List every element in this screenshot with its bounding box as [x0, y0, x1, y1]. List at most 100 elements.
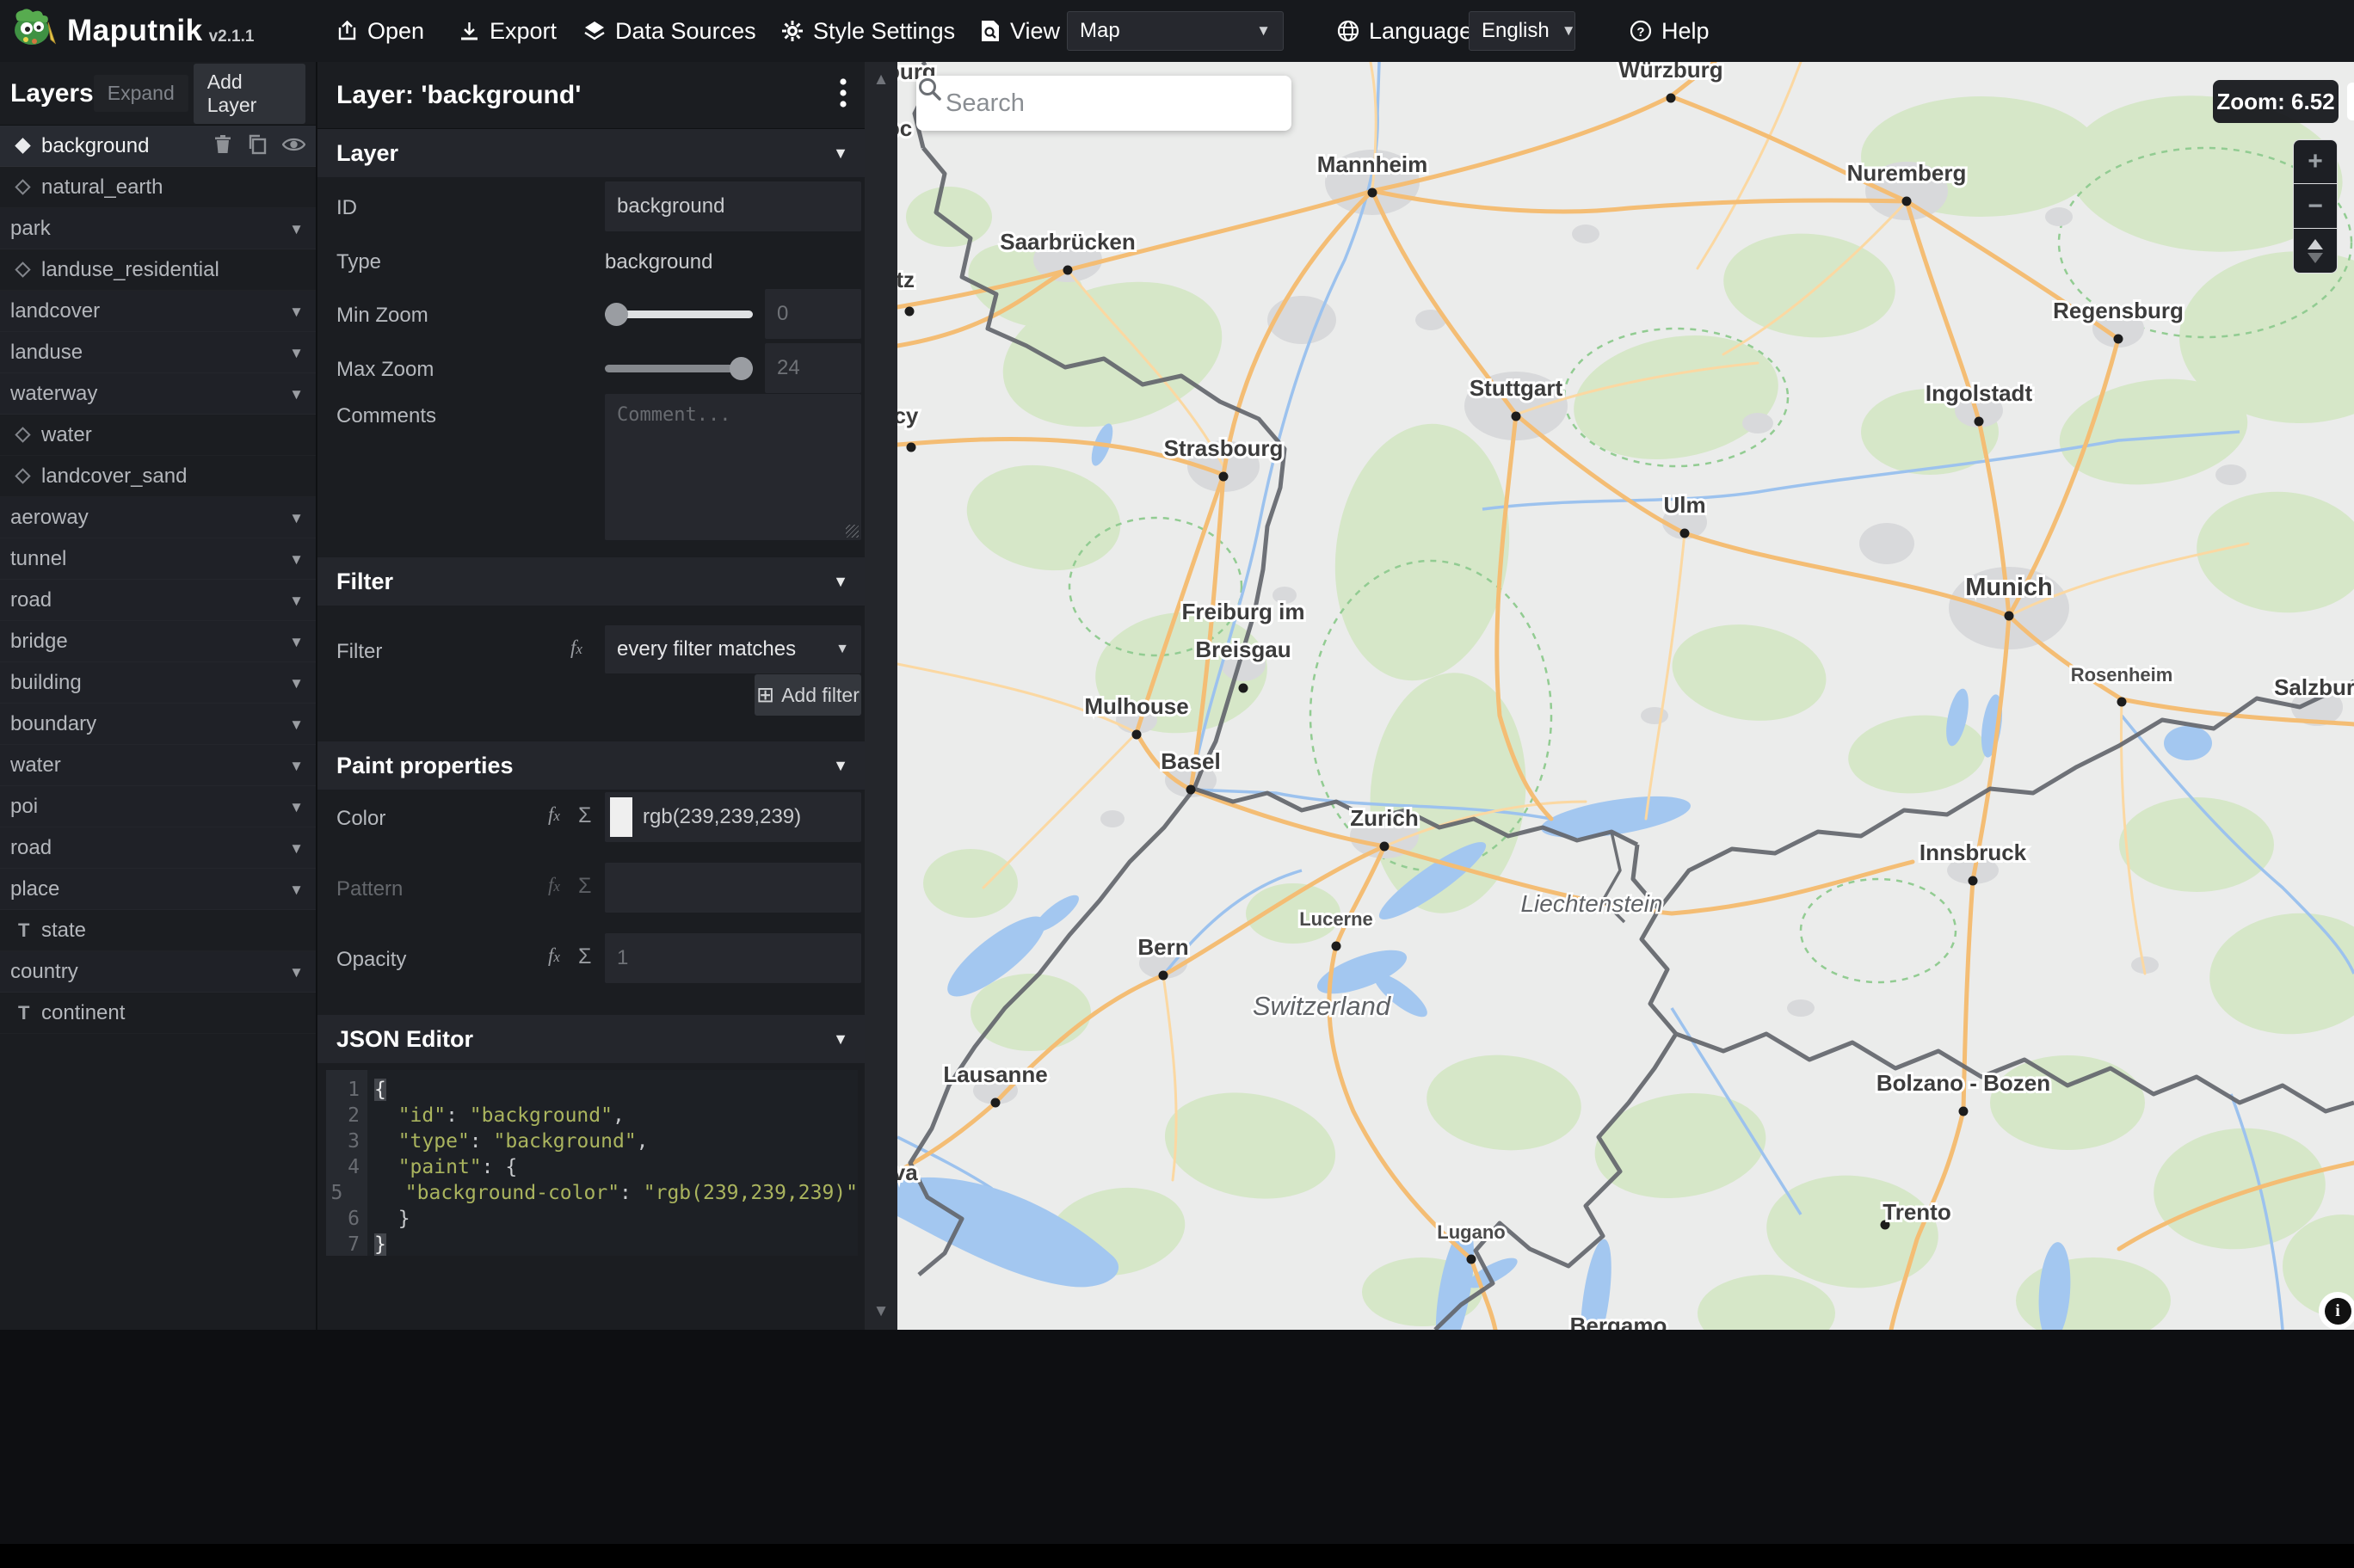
layer-list-item-natural_earth[interactable]: natural_earth [0, 167, 316, 208]
layers-title: Layers [10, 78, 94, 108]
opacity-placeholder: 1 [617, 946, 629, 969]
layer-list-item-background[interactable]: background [0, 126, 316, 167]
add-layer-button[interactable]: Add Layer [193, 63, 305, 124]
function-icon[interactable]: fx [548, 944, 560, 967]
map-label: Ingolstadt [1926, 380, 2033, 406]
chevron-down-icon[interactable]: ▼ [289, 345, 304, 362]
chevron-down-icon[interactable]: ▼ [289, 593, 304, 610]
chevron-down-icon[interactable]: ▼ [289, 221, 304, 238]
json-editor[interactable]: 1{2 "id": "background", 3 "type": "backgr… [326, 1070, 858, 1256]
layer-list-item-state[interactable]: Tstate [0, 910, 316, 951]
style-settings-menu-item[interactable]: Style Settings [780, 0, 955, 62]
id-input[interactable]: background [605, 181, 861, 231]
chevron-down-icon[interactable]: ▼ [289, 758, 304, 775]
add-filter-button[interactable]: ⊞ Add filter [755, 674, 861, 716]
export-menu-item[interactable]: Export [458, 0, 557, 62]
pattern-input[interactable] [605, 863, 861, 913]
open-menu-item[interactable]: Open [336, 0, 424, 62]
data-sources-menu-item[interactable]: Data Sources [582, 0, 756, 62]
chevron-down-icon[interactable]: ▼ [289, 304, 304, 321]
view-select[interactable]: Map ▼ [1067, 11, 1284, 51]
zoom-function-icon[interactable]: Σ [578, 944, 591, 969]
visibility-icon[interactable] [281, 136, 306, 157]
chevron-down-icon[interactable]: ▼ [289, 964, 304, 981]
map-canvas[interactable]: bourgocWürzburgMannheimNurembergSaarbrüc… [897, 62, 2354, 1330]
layer-list-item-aeroway[interactable]: aeroway ▼ [0, 497, 316, 538]
json-section-header[interactable]: JSON Editor ▼ [317, 1015, 866, 1063]
editor-scrollbar[interactable]: ▲ ▼ [865, 62, 897, 1330]
search-placeholder: Search [946, 89, 1025, 117]
attribution-info-button[interactable]: i [2319, 1292, 2354, 1330]
max-zoom-thumb[interactable] [730, 357, 753, 380]
chevron-down-icon: ▼ [1561, 22, 1576, 39]
chevron-down-icon[interactable]: ▼ [289, 634, 304, 651]
layer-list-item-waterway[interactable]: waterway ▼ [0, 373, 316, 415]
chevron-down-icon[interactable]: ▼ [289, 799, 304, 816]
layer-list-item-tunnel[interactable]: tunnel ▼ [0, 538, 316, 580]
chevron-down-icon[interactable]: ▼ [289, 716, 304, 734]
view-menu-item[interactable]: View [979, 0, 1060, 62]
chevron-down-icon[interactable]: ▼ [289, 386, 304, 403]
chevron-down-icon[interactable]: ▼ [289, 882, 304, 899]
scroll-up-icon[interactable]: ▲ [865, 71, 897, 89]
max-zoom-slider[interactable] [605, 343, 753, 393]
language-select[interactable]: English ▼ [1469, 11, 1576, 51]
max-zoom-value[interactable]: 24 [765, 343, 861, 393]
paint-section-header[interactable]: Paint properties ▼ [317, 741, 866, 790]
function-icon[interactable]: fx [570, 636, 582, 659]
min-zoom-slider[interactable] [605, 289, 753, 339]
map-search-box[interactable]: Search [916, 76, 1291, 131]
delete-icon[interactable] [213, 134, 232, 159]
zoom-out-button[interactable]: − [2293, 184, 2338, 229]
comments-textarea[interactable]: Comment... [605, 394, 861, 540]
layer-list-item-park[interactable]: park ▼ [0, 208, 316, 249]
color-swatch[interactable] [610, 797, 632, 837]
view-select-value: Map [1080, 19, 1120, 42]
layer-list-item-boundary[interactable]: boundary ▼ [0, 704, 316, 745]
chevron-down-icon[interactable]: ▼ [289, 840, 304, 858]
duplicate-icon[interactable] [247, 134, 268, 159]
min-zoom-value[interactable]: 0 [765, 289, 861, 339]
layer-list-item-landuse_residential[interactable]: landuse_residential [0, 249, 316, 291]
filter-combinator-select[interactable]: every filter matches ▼ [605, 625, 861, 673]
json-code-line: 2 "id": "background", [348, 1104, 625, 1127]
scroll-down-icon[interactable]: ▼ [865, 1302, 897, 1321]
color-input[interactable]: rgb(239,239,239) [605, 792, 861, 842]
map-label: Saarbrücken [1000, 229, 1136, 255]
layer-list-item-water[interactable]: water [0, 415, 316, 456]
json-code-line: 4 "paint": { [348, 1156, 518, 1178]
filter-section-header[interactable]: Filter ▼ [317, 557, 866, 606]
layer-list-item-country[interactable]: country ▼ [0, 951, 316, 993]
layer-list-item-continent[interactable]: Tcontinent [0, 993, 316, 1034]
chevron-down-icon[interactable]: ▼ [289, 551, 304, 569]
chevron-down-icon[interactable]: ▼ [289, 675, 304, 692]
kebab-menu-icon[interactable] [840, 77, 847, 113]
layer-list-item-poi[interactable]: poi ▼ [0, 786, 316, 827]
chevron-down-icon[interactable]: ▼ [289, 510, 304, 527]
layer-list-item-landuse[interactable]: landuse ▼ [0, 332, 316, 373]
layer-list-item-road[interactable]: road ▼ [0, 580, 316, 621]
layer-list-item-building[interactable]: building ▼ [0, 662, 316, 704]
layer-type-icon [15, 179, 31, 195]
pitch-toggle-button[interactable] [2293, 229, 2338, 274]
layer-list-item-bridge[interactable]: bridge ▼ [0, 621, 316, 662]
min-zoom-thumb[interactable] [605, 303, 628, 326]
zoom-function-icon[interactable]: Σ [578, 803, 591, 828]
resize-grip-icon[interactable] [846, 525, 859, 538]
city-dot [1466, 1254, 1476, 1264]
city-dot [1238, 683, 1248, 693]
layer-section-header[interactable]: Layer ▼ [317, 129, 866, 177]
zoom-in-button[interactable]: + [2293, 139, 2338, 184]
top-bar: Maputnik v2.1.1 Open Export Data Sources… [0, 0, 2354, 62]
layer-list-item-landcover[interactable]: landcover ▼ [0, 291, 316, 332]
help-menu-item[interactable]: ? Help [1629, 0, 1710, 62]
filter-label: Filter [336, 640, 383, 663]
function-icon[interactable]: fx [548, 803, 560, 826]
layer-list-item-place[interactable]: place ▼ [0, 869, 316, 910]
layer-list-item-landcover_sand[interactable]: landcover_sand [0, 456, 316, 497]
opacity-input[interactable]: 1 [605, 933, 861, 983]
layers-header: Layers Expand Add Layer [0, 62, 316, 126]
layer-list-item-water[interactable]: water ▼ [0, 745, 316, 786]
layer-list-item-road[interactable]: road ▼ [0, 827, 316, 869]
expand-button[interactable]: Expand [93, 75, 188, 112]
